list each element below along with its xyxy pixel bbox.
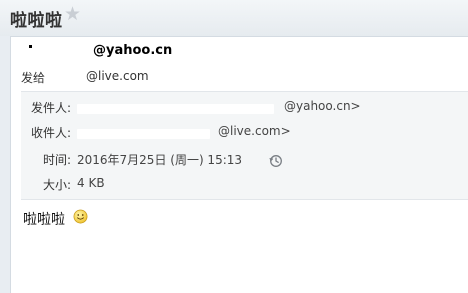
message-card: @yahoo.cn 发给 @live.com 发件人: @yahoo.cn> 收… <box>10 36 468 293</box>
sender-field-value[interactable]: @yahoo.cn> <box>284 99 361 113</box>
recipient-label: 发给 <box>21 71 46 85</box>
email-subject: 啦啦啦 <box>10 11 63 31</box>
recipient-field-value[interactable]: @live.com> <box>218 124 291 138</box>
star-icon[interactable]: ★ <box>64 5 81 24</box>
clock-history-icon[interactable] <box>269 154 283 168</box>
recipient-field-label: 收件人: <box>31 126 72 140</box>
size-field-value: 4 KB <box>77 176 105 190</box>
recipient-address[interactable]: @live.com <box>86 69 149 83</box>
message-details-panel: 发件人: @yahoo.cn> 收件人: @live.com> 时间: 2016… <box>21 91 468 200</box>
sender-name-redacted <box>77 104 274 114</box>
sender-field-label: 发件人: <box>31 101 72 115</box>
sender-redacted <box>29 45 32 48</box>
subject-bar: 啦啦啦 ★ <box>0 0 468 36</box>
smiley-emoji-icon <box>73 209 88 224</box>
message-body-text: 啦啦啦 <box>23 212 65 228</box>
size-field-label: 大小: <box>43 178 72 192</box>
time-field-value: 2016年7月25日 (周一) 15:13 <box>77 153 243 167</box>
time-field-label: 时间: <box>43 153 72 167</box>
sender-address[interactable]: @yahoo.cn <box>93 43 172 58</box>
recipient-name-redacted <box>77 129 210 139</box>
